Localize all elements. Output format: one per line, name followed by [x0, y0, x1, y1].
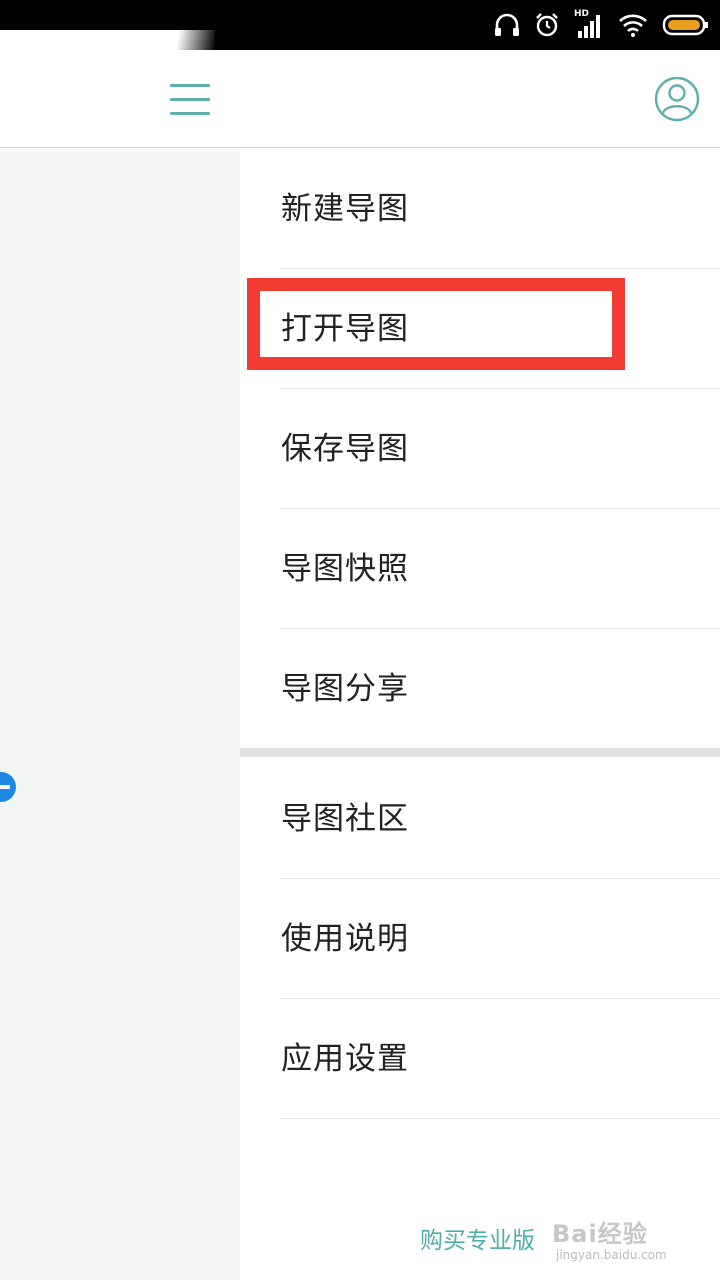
status-bar-overlay [0, 30, 215, 50]
buy-pro-link[interactable]: 购买专业版 [420, 1226, 535, 1256]
collapse-node-icon[interactable] [0, 772, 16, 802]
section-separator [240, 748, 720, 757]
status-bar: HD [0, 0, 720, 50]
mindmap-canvas[interactable] [0, 149, 240, 1280]
user-profile-icon[interactable] [654, 76, 700, 122]
menu-item-label: 使用说明 [281, 921, 409, 957]
menu-item-label: 导图社区 [281, 801, 409, 837]
hd-label: HD [574, 9, 590, 19]
hamburger-menu-icon[interactable] [168, 80, 212, 116]
menu-item-label: 新建导图 [281, 191, 409, 227]
wifi-icon [619, 14, 647, 37]
menu-item-label: 打开导图 [281, 311, 409, 347]
menu-item-label: 导图分享 [281, 671, 409, 707]
menu-item-new-map[interactable]: 新建导图 [240, 149, 720, 269]
menu-item-open-map[interactable]: 打开导图 [240, 269, 720, 389]
menu-item-share-map[interactable]: 导图分享 [240, 629, 720, 749]
menu-item-label: 应用设置 [281, 1041, 409, 1077]
menu-item-label: 保存导图 [281, 431, 409, 467]
menu-item-save-map[interactable]: 保存导图 [240, 389, 720, 509]
signal-icon: HD [574, 9, 604, 39]
menu-item-label: 导图快照 [281, 551, 409, 587]
menu-item-map-snapshot[interactable]: 导图快照 [240, 509, 720, 629]
divider [280, 1118, 720, 1119]
app-header [0, 50, 720, 148]
status-icons: HD [494, 8, 710, 42]
menu-item-instructions[interactable]: 使用说明 [240, 879, 720, 999]
headphones-icon [495, 13, 519, 36]
alarm-icon [536, 13, 558, 37]
battery-icon [662, 14, 708, 36]
side-menu-drawer: 新建导图 打开导图 保存导图 导图快照 导图分享 导图社区 使用说明 应用设置 [240, 149, 720, 1280]
menu-item-community[interactable]: 导图社区 [240, 759, 720, 879]
menu-item-app-settings[interactable]: 应用设置 [240, 999, 720, 1119]
